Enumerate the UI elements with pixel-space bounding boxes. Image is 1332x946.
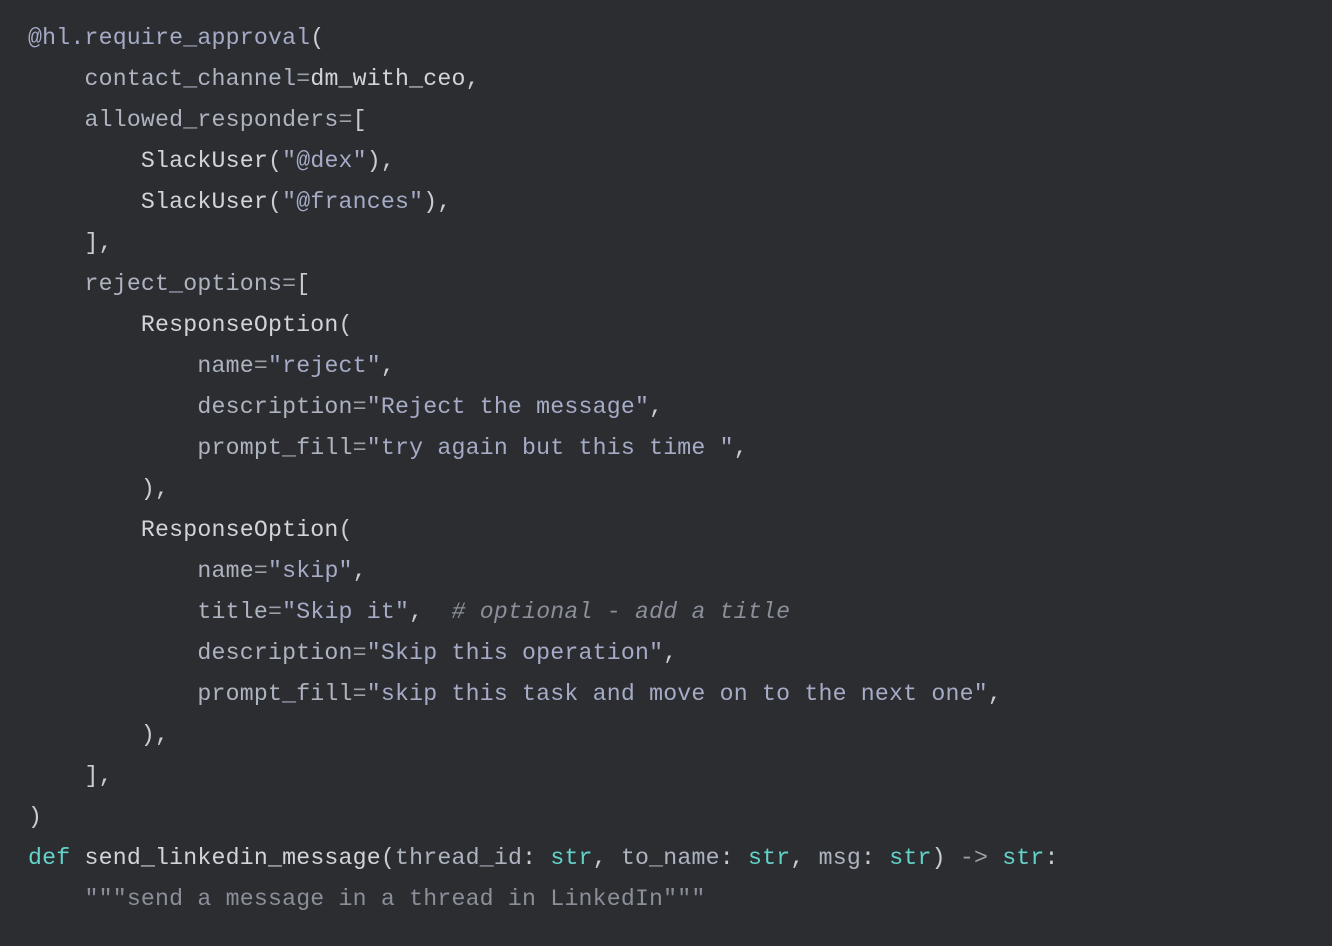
equals: = (296, 66, 310, 92)
open-paren: ( (310, 25, 324, 51)
comma: , (155, 722, 169, 748)
open-bracket: [ (296, 271, 310, 297)
comment-title: # optional - add a title (452, 599, 791, 625)
comma: , (593, 845, 607, 871)
string-skip-task: "skip this task and move on to the next … (367, 681, 988, 707)
colon: : (720, 845, 734, 871)
equals: = (254, 353, 268, 379)
open-paren: ( (268, 189, 282, 215)
comma: , (790, 845, 804, 871)
string-skip: "skip" (268, 558, 353, 584)
function-name: send_linkedin_message (84, 845, 380, 871)
equals: = (353, 640, 367, 666)
return-type-str: str (1002, 845, 1044, 871)
close-bracket: ] (84, 230, 98, 256)
string-reject-msg: "Reject the message" (367, 394, 649, 420)
string-skip-op: "Skip this operation" (367, 640, 663, 666)
equals: = (353, 435, 367, 461)
open-paren: ( (268, 148, 282, 174)
comma: , (99, 763, 113, 789)
comma: , (353, 558, 367, 584)
colon: : (1045, 845, 1059, 871)
equals: = (339, 107, 353, 133)
comma: , (437, 189, 451, 215)
decorator: @hl.require_approval (28, 25, 310, 51)
comma: , (663, 640, 677, 666)
colon: : (522, 845, 536, 871)
comma: , (381, 148, 395, 174)
comma: , (99, 230, 113, 256)
comma: , (466, 66, 480, 92)
close-paren: ) (141, 476, 155, 502)
comma: , (381, 353, 395, 379)
identifier-dm-with-ceo: dm_with_ceo (310, 66, 465, 92)
kwarg-description: description (197, 394, 352, 420)
open-paren: ( (339, 312, 353, 338)
equals: = (353, 681, 367, 707)
docstring: """send a message in a thread in LinkedI… (84, 886, 705, 912)
open-bracket: [ (353, 107, 367, 133)
close-paren: ) (28, 804, 42, 830)
kwarg-prompt-fill: prompt_fill (197, 681, 352, 707)
string-skip-it: "Skip it" (282, 599, 409, 625)
code-block: @hl.require_approval( contact_channel=dm… (0, 0, 1332, 938)
param-thread-id: thread_id (395, 845, 522, 871)
close-paren: ) (141, 722, 155, 748)
type-str: str (889, 845, 931, 871)
string-reject: "reject" (268, 353, 381, 379)
kwarg-contact-channel: contact_channel (84, 66, 296, 92)
kwarg-prompt-fill: prompt_fill (197, 435, 352, 461)
param-msg: msg (819, 845, 861, 871)
kwarg-description: description (197, 640, 352, 666)
open-paren: ( (339, 517, 353, 543)
string-frances: "@frances" (282, 189, 423, 215)
close-paren: ) (367, 148, 381, 174)
close-bracket: ] (84, 763, 98, 789)
comma: , (155, 476, 169, 502)
open-paren: ( (381, 845, 395, 871)
colon: : (861, 845, 875, 871)
class-slackuser: SlackUser (141, 148, 268, 174)
equals: = (268, 599, 282, 625)
comma: , (988, 681, 1002, 707)
equals: = (353, 394, 367, 420)
equals: = (254, 558, 268, 584)
comma: , (649, 394, 663, 420)
equals: = (282, 271, 296, 297)
string-dex: "@dex" (282, 148, 367, 174)
class-responseoption: ResponseOption (141, 517, 339, 543)
kwarg-allowed-responders: allowed_responders (84, 107, 338, 133)
kwarg-name: name (197, 558, 253, 584)
kwarg-title: title (197, 599, 268, 625)
type-str: str (748, 845, 790, 871)
close-paren: ) (423, 189, 437, 215)
kwarg-name: name (197, 353, 253, 379)
type-str: str (550, 845, 592, 871)
comma: , (409, 599, 423, 625)
class-slackuser: SlackUser (141, 189, 268, 215)
param-to-name: to_name (621, 845, 720, 871)
kwarg-reject-options: reject_options (84, 271, 282, 297)
comma: , (734, 435, 748, 461)
arrow-op: -> (960, 845, 988, 871)
string-try-again: "try again but this time " (367, 435, 734, 461)
keyword-def: def (28, 845, 70, 871)
close-paren: ) (932, 845, 946, 871)
class-responseoption: ResponseOption (141, 312, 339, 338)
